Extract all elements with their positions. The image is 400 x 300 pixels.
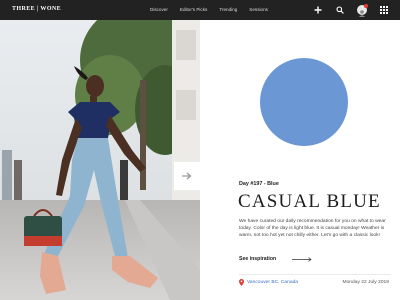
see-inspiration-label: See inspiration	[239, 256, 277, 262]
grid-icon[interactable]	[378, 4, 390, 16]
nav-item-sessions[interactable]: Sessions	[249, 7, 268, 12]
hero-photo	[0, 20, 200, 300]
user-icon	[358, 10, 366, 17]
notification-dot	[364, 4, 368, 8]
arrow-right-icon	[182, 172, 192, 180]
toolbar-icons	[302, 4, 390, 17]
color-swatch	[260, 58, 348, 146]
see-inspiration-link[interactable]: See inspiration	[239, 256, 312, 262]
location[interactable]: Vancouver BC, Canada	[239, 279, 298, 286]
avatar-button[interactable]	[356, 4, 368, 17]
avatar	[357, 4, 368, 17]
nav-item-editors-picks[interactable]: Editor's Picks	[180, 7, 207, 12]
brand-logo[interactable]: THREE | WONE	[12, 6, 61, 12]
color-title: CASUAL BLUE	[238, 191, 381, 212]
recommendation-text: We have curated our daily recommendation…	[239, 219, 386, 239]
search-icon[interactable]	[334, 4, 346, 16]
day-label: Day #197 - Blue	[239, 181, 279, 187]
nav-item-discover[interactable]: Discover	[150, 7, 168, 12]
next-photo-button[interactable]	[174, 162, 200, 190]
date-label: Monday 22 July 2019	[342, 280, 390, 285]
location-label: Vancouver BC, Canada	[247, 280, 299, 285]
top-bar: THREE | WONE Discover Editor's Picks Tre…	[0, 0, 400, 20]
divider	[239, 274, 391, 275]
main-nav: Discover Editor's Picks Trending Session…	[150, 7, 280, 12]
plus-icon[interactable]	[312, 4, 324, 16]
location-pin-icon	[239, 279, 244, 286]
long-arrow-right-icon	[292, 256, 312, 262]
nav-item-trending[interactable]: Trending	[219, 7, 237, 12]
